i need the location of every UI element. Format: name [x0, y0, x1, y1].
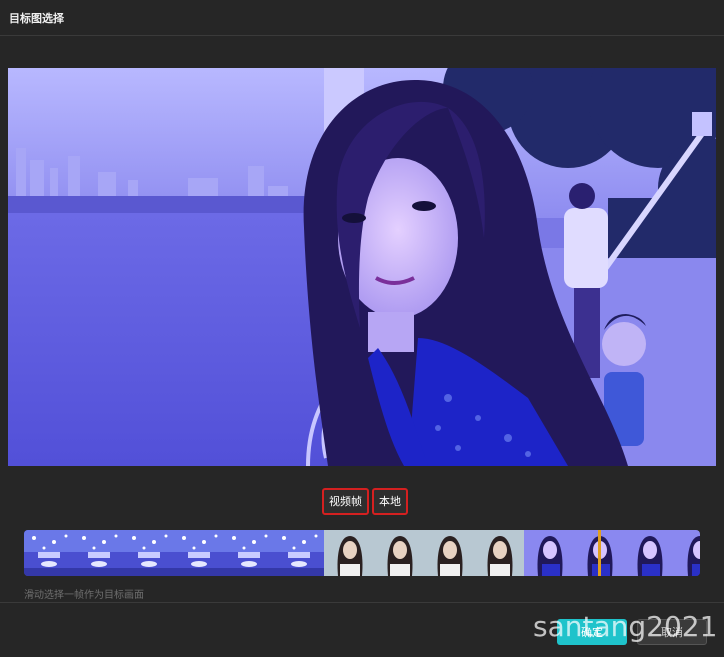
source-tabs: 视频帧 本地 — [322, 488, 408, 515]
tab-local[interactable]: 本地 — [372, 488, 408, 515]
confirm-button[interactable]: 确定 — [557, 619, 627, 645]
tab-video-frame[interactable]: 视频帧 — [322, 488, 369, 515]
filmstrip-frame[interactable] — [474, 530, 524, 576]
cancel-button[interactable]: 取消 — [637, 619, 707, 645]
portrait-photo — [8, 68, 716, 466]
frame-selection-cursor[interactable] — [598, 530, 601, 576]
frame-filmstrip[interactable] — [24, 530, 700, 576]
filmstrip-frame[interactable] — [624, 530, 674, 576]
target-image-preview — [8, 68, 716, 466]
filmstrip-frame[interactable] — [324, 530, 374, 576]
filmstrip-frame[interactable] — [24, 530, 74, 576]
filmstrip-frame[interactable] — [174, 530, 224, 576]
filmstrip-frame[interactable] — [74, 530, 124, 576]
filmstrip-frame[interactable] — [374, 530, 424, 576]
filmstrip-frame[interactable] — [224, 530, 274, 576]
filmstrip-frame[interactable] — [674, 530, 700, 576]
dialog-footer: 确定 取消 — [0, 602, 724, 657]
dialog-title-bar: 目标图选择 — [0, 0, 724, 36]
filmstrip-hint: 滑动选择一帧作为目标画面 — [24, 590, 144, 601]
dialog-title: 目标图选择 — [9, 12, 64, 25]
filmstrip-frame[interactable] — [524, 530, 574, 576]
filmstrip-frame[interactable] — [124, 530, 174, 576]
filmstrip-frame[interactable] — [424, 530, 474, 576]
filmstrip-frame[interactable] — [274, 530, 324, 576]
